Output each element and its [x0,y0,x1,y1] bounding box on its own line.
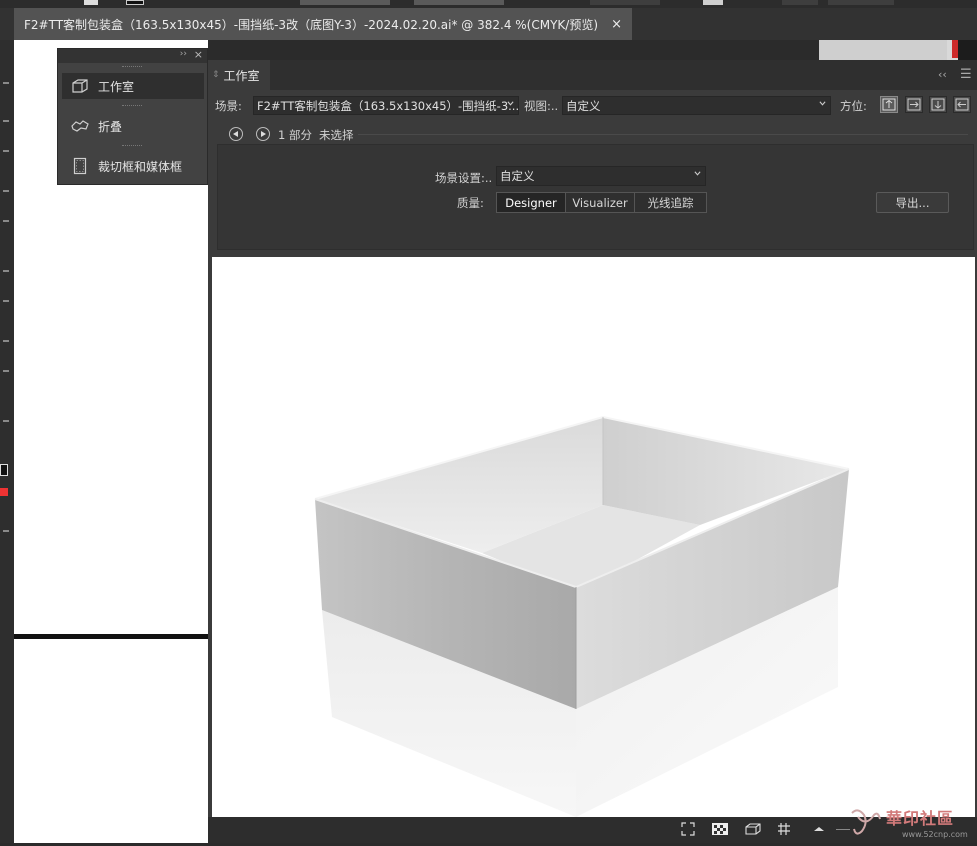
tools-panel [0,40,14,843]
close-icon[interactable]: × [611,17,622,32]
document-tab[interactable]: F2#TT客制包装盒（163.5x130x45）-围挡纸-3改（底图Y-3）-2… [14,8,632,40]
tool-icon[interactable] [3,340,9,342]
quality-visualizer-button[interactable]: Visualizer [565,192,635,213]
canvas-texture [819,40,947,60]
orient-bottom-icon [931,98,945,111]
view-label: 视图:.. [524,99,559,113]
grip-handle [122,105,142,108]
light-icon[interactable] [812,822,826,836]
orientation-right-button[interactable] [905,96,923,113]
tool-icon[interactable] [3,370,9,372]
sort-arrows-icon: ⇕ [212,70,220,80]
collapse-icon[interactable]: ›› [180,49,187,59]
chevron-down-icon [819,101,826,106]
panel-item-label: 工作室 [98,79,135,94]
divider [358,134,968,135]
document-tab-title: F2#TT客制包装盒（163.5x130x45）-围挡纸-3改（底图Y-3）-2… [24,17,599,32]
tool-icon[interactable] [3,150,9,152]
box-view-icon[interactable] [745,822,761,836]
grip-handle [122,66,142,69]
tool-icon[interactable] [3,220,9,222]
panel-item-crop-frames[interactable]: 裁切框和媒体框 [62,153,204,179]
tool-icon[interactable] [3,190,9,192]
watermark-url: www.52cnp.com [902,830,968,839]
orient-left-icon [955,98,969,111]
tool-icon[interactable] [3,420,9,422]
orient-top-icon [882,98,896,111]
grip-handle [122,145,142,148]
canvas-dark-area [958,40,977,60]
control-button[interactable] [782,0,818,5]
cube-icon [70,78,90,94]
workroom-titlebar[interactable]: ⇕ 工作室 ‹‹ ☰ [208,60,977,90]
panel-item-workroom[interactable]: 工作室 [62,73,204,99]
previous-part-button[interactable] [229,127,243,141]
tool-icon[interactable] [3,82,9,84]
fold-icon [70,118,90,134]
view-dropdown[interactable]: 自定义 [562,96,831,115]
control-field[interactable] [590,0,660,5]
tool-icon[interactable] [3,120,9,122]
dimension-panel: ›› × 工作室 折叠 裁切框和媒体框 [57,48,208,185]
watermark-logo: 華印社區 www.52cnp.com [846,803,976,843]
chevron-down-icon [694,171,701,176]
none-color-icon[interactable] [0,488,8,496]
watermark-text: 華印社區 [886,809,955,828]
scene-dropdown[interactable]: F2#TT客制包装盒（163.5x130x45）-围挡纸-3... [253,96,519,115]
chevron-right-icon [261,131,266,137]
panel-header[interactable]: ›› × [58,48,207,63]
chevron-left-icon [233,131,238,137]
control-button[interactable] [828,0,894,5]
crop-frame-icon [70,157,90,175]
panel-item-label: 折叠 [98,119,123,134]
box-3d-render [314,415,850,817]
panel-menu-icon[interactable]: ☰ [960,67,972,82]
scene-settings-dropdown[interactable]: 自定义 [496,166,706,186]
scene-settings-label: 场景设置:.. [435,171,493,185]
tool-icon[interactable] [3,530,9,532]
scene-label: 场景: [215,99,242,113]
orientation-bottom-button[interactable] [929,96,947,113]
control-field[interactable] [300,0,390,5]
scene-value: F2#TT客制包装盒（163.5x130x45）-围挡纸-3... [257,98,519,113]
orient-right-icon [907,98,921,111]
control-bar-strip [0,0,977,8]
stroke-swatch[interactable] [126,0,144,5]
fill-swatch[interactable] [84,0,98,5]
fit-view-icon[interactable] [681,822,695,836]
part-count: 1 部分 [278,128,312,142]
grid-icon[interactable] [777,822,791,836]
selection-status: 未选择 [319,128,354,142]
canvas-preview-sliver [819,40,977,60]
quality-designer-button[interactable]: Designer [496,192,566,213]
panel-item-fold[interactable]: 折叠 [62,113,204,139]
quality-raytrace-button[interactable]: 光线追踪 [634,192,707,213]
fill-stroke-icon[interactable] [0,464,8,476]
tool-icon[interactable] [3,300,9,302]
chevron-down-icon [507,101,514,106]
panel-item-label: 裁切框和媒体框 [98,159,183,174]
3d-preview-viewport[interactable] [212,257,975,817]
workroom-tab[interactable]: ⇕ 工作室 [208,60,270,90]
control-field[interactable] [414,0,504,5]
artboard-lower[interactable] [14,639,208,843]
export-button[interactable]: 导出... [876,192,949,213]
close-icon[interactable]: × [194,48,203,61]
scene-settings-value: 自定义 [500,169,535,183]
control-swatch[interactable] [703,0,723,5]
quality-label: 质量: [457,196,484,210]
tool-icon[interactable] [3,270,9,272]
orientation-left-button[interactable] [953,96,971,113]
checker-toggle-icon[interactable] [711,822,729,836]
collapse-panel-icon[interactable]: ‹‹ [938,68,947,81]
view-value: 自定义 [566,98,601,113]
next-part-button[interactable] [256,127,270,141]
workroom-title: 工作室 [223,68,260,83]
orientation-top-button[interactable] [880,96,898,113]
orientation-label: 方位: [840,99,867,113]
